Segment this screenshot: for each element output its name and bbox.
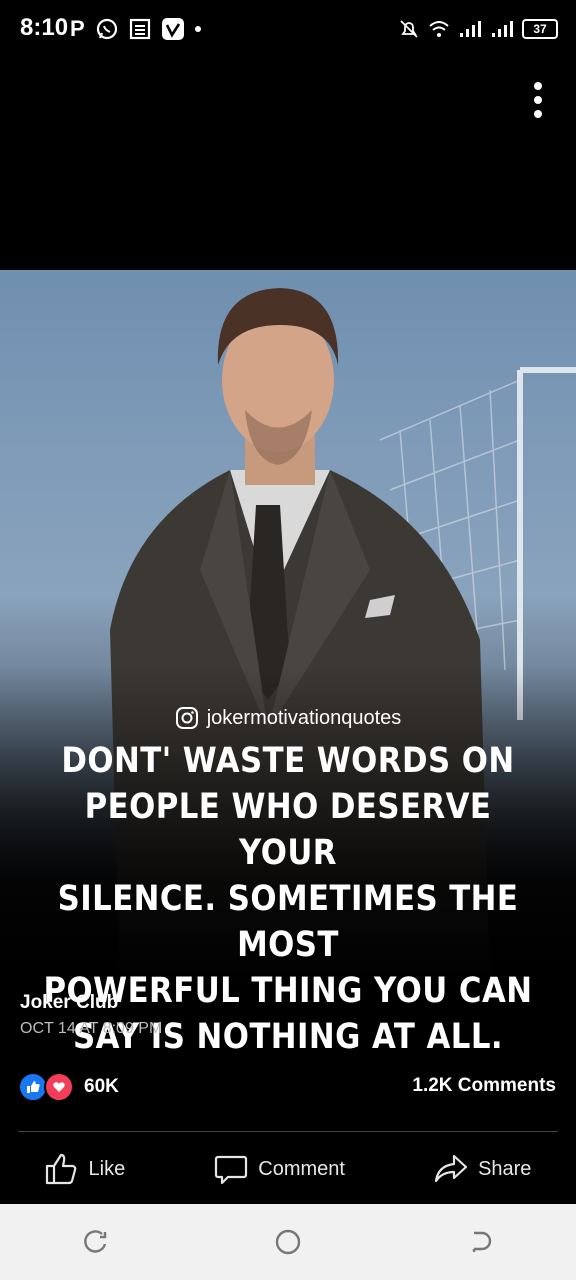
vimeo-icon: [161, 18, 184, 40]
like-label: Like: [88, 1157, 126, 1180]
system-nav-bar: [0, 1204, 576, 1280]
signal-icon: [460, 21, 481, 37]
share-button[interactable]: Share: [434, 1153, 531, 1185]
battery-icon: 37: [522, 19, 558, 39]
like-button[interactable]: Like: [45, 1153, 126, 1185]
post-timestamp: OCT 14 AT 8:09 PM: [20, 1020, 163, 1037]
back-button[interactable]: [460, 1222, 500, 1262]
thumbs-up-icon: [45, 1153, 76, 1185]
dot-icon: [194, 26, 201, 32]
quote-handle: jokermotivationquotes: [175, 706, 402, 730]
comment-label: Comment: [258, 1157, 345, 1180]
more-dot-icon: [534, 110, 542, 118]
share-label: Share: [478, 1157, 532, 1180]
status-right-icons: 37: [398, 14, 558, 44]
share-icon: [434, 1154, 468, 1183]
more-options-button[interactable]: [526, 78, 550, 118]
recents-button[interactable]: [76, 1222, 116, 1262]
home-button[interactable]: [268, 1222, 308, 1262]
whatsapp-icon: [96, 18, 117, 40]
p-icon: P: [70, 16, 85, 41]
more-dot-icon: [534, 82, 542, 90]
more-dot-icon: [534, 96, 542, 104]
quote-handle-text: jokermotivationquotes: [206, 706, 402, 729]
reaction-count: 60K: [84, 1076, 119, 1097]
status-left-icons: P: [70, 14, 201, 44]
signal-icon-2: [492, 21, 513, 37]
instagram-icon: [175, 707, 198, 729]
status-bar: 8:10 P 37: [0, 0, 576, 60]
post-author[interactable]: Joker Club: [20, 992, 118, 1014]
post-actions: Like Comment Share: [0, 1142, 576, 1196]
comments-count-link[interactable]: 1.2K Comments: [412, 1075, 556, 1097]
news-icon: [129, 18, 150, 40]
wifi-icon: [429, 21, 449, 37]
mute-icon: [400, 20, 418, 38]
love-reaction-icon: [44, 1072, 74, 1102]
comment-button[interactable]: Comment: [214, 1153, 345, 1185]
comment-icon: [215, 1155, 248, 1185]
status-time: 8:10: [20, 14, 69, 41]
reactions-summary[interactable]: 60K: [18, 1072, 119, 1102]
divider: [18, 1131, 558, 1132]
back-icon: [472, 1231, 492, 1252]
home-icon: [275, 1229, 301, 1255]
recents-icon: [84, 1230, 107, 1253]
